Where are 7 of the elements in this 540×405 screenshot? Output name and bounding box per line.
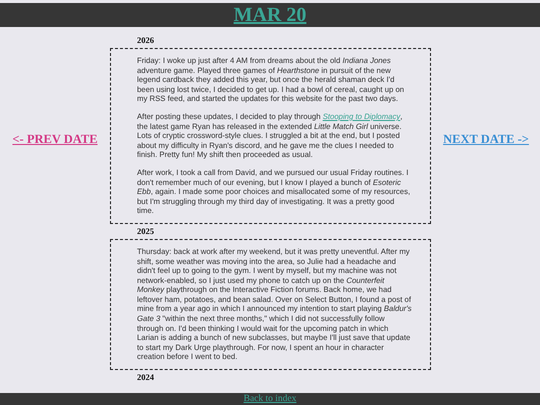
year-heading: 2026 (137, 35, 155, 45)
page-title[interactable]: MAR 20 (234, 4, 306, 26)
year-heading: 2024 (137, 372, 155, 382)
year-heading: 2025 (137, 226, 155, 236)
back-to-index-link[interactable]: Back to index (244, 393, 296, 405)
prev-date-link[interactable]: <- PREV DATE (12, 132, 98, 147)
next-date-link[interactable]: NEXT DATE -> (443, 132, 529, 147)
